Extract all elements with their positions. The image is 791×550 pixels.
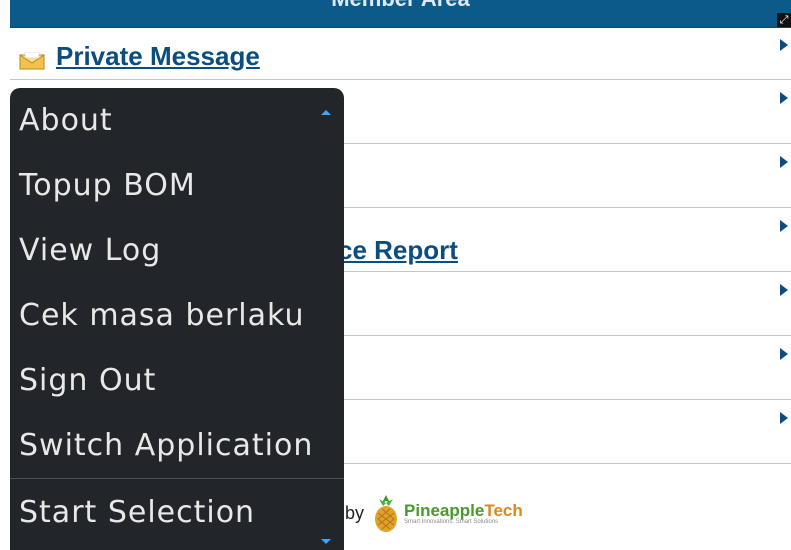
chevron-right-icon (780, 348, 788, 360)
chevron-right-icon (780, 220, 788, 232)
list-item-private-message[interactable]: Private Message (10, 27, 791, 80)
envelope-icon (19, 52, 45, 70)
private-message-link[interactable]: Private Message (56, 41, 260, 72)
header-bar: Member Area ⤢ (10, 0, 791, 28)
menu-item-cek-masa-berlaku[interactable]: Cek masa berlaku (10, 283, 344, 348)
chevron-right-icon (780, 92, 788, 104)
brand-text: PineappleTech Smart Innovations. Smart S… (404, 502, 523, 525)
resize-icon[interactable]: ⤢ (777, 13, 791, 27)
menu-item-start-selection[interactable]: Start Selection (10, 479, 344, 547)
menu-item-sign-out[interactable]: Sign Out (10, 348, 344, 413)
report-link[interactable]: ce Report (338, 235, 458, 266)
footer-branding: by PineappleTech Smart Innovations. Smar… (345, 493, 523, 533)
footer-by: by (345, 502, 365, 523)
brand-name-part2: Tech (484, 500, 523, 520)
menu-item-view-log[interactable]: View Log (10, 218, 344, 283)
chevron-right-icon (780, 284, 788, 296)
menu-item-about[interactable]: About (10, 88, 344, 153)
menu-item-switch-application[interactable]: Switch Application (10, 413, 344, 478)
scroll-down-icon (321, 539, 331, 544)
chevron-right-icon (780, 156, 788, 168)
menu-item-topup-bom[interactable]: Topup BOM (10, 153, 344, 218)
brand-name-part1: Pineapple (404, 500, 485, 520)
chevron-right-icon (780, 412, 788, 424)
header-title: Member Area (10, 0, 791, 12)
chevron-right-icon (780, 39, 788, 51)
pineapple-logo-icon (375, 495, 398, 532)
context-menu: About Topup BOM View Log Cek masa berlak… (10, 88, 344, 550)
